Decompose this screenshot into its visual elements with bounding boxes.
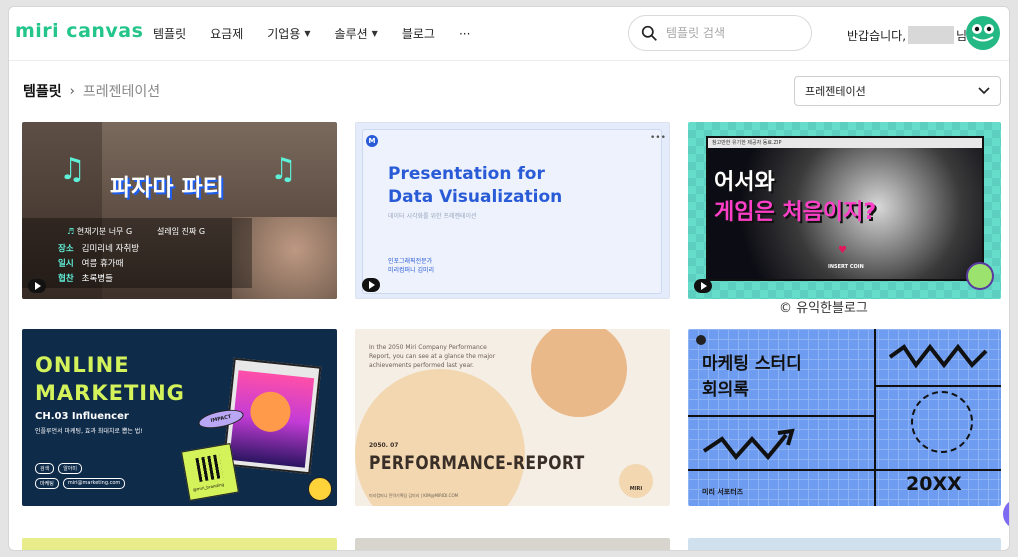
template-card-peek[interactable] xyxy=(355,538,670,550)
card-title-line1: 어서와 xyxy=(714,170,775,195)
template-card-peek[interactable] xyxy=(688,538,1001,550)
more-dots-icon: ··· xyxy=(458,26,471,41)
breadcrumb-current: 프레젠테이션 xyxy=(82,84,161,100)
category-select-value: 프레젠테이션 xyxy=(805,85,866,98)
play-icon[interactable] xyxy=(28,279,46,293)
breadcrumb: 템플릿 › 프레젠테이션 xyxy=(23,81,160,101)
user-name-redacted xyxy=(908,26,955,44)
alien-icon xyxy=(966,262,994,290)
qr-sticker: @miri_branding xyxy=(181,443,239,501)
template-search[interactable] xyxy=(628,15,812,51)
tag: 검색 xyxy=(35,463,55,474)
nav-templates-label: 템플릿 xyxy=(153,27,187,41)
miri-badge: MIRI xyxy=(619,464,653,498)
card-title: Presentation for Data Visualization xyxy=(388,164,563,207)
insert-coin-text: INSERT COIN xyxy=(828,264,864,270)
more-dots-icon: ••• xyxy=(650,133,666,143)
chevron-down-icon: ▼ xyxy=(371,29,378,38)
card-team: 미리 서포터즈 xyxy=(702,488,744,496)
card-info: 장소 김미리네 자취방 일시 여름 휴가때 협찬 초록병들 xyxy=(58,244,140,284)
search-icon xyxy=(641,25,657,41)
top-header: miri canvas 템플릿 요금제 기업용▼ 솔루션▼ 블로그 ··· 반갑… xyxy=(9,7,1009,61)
card-text: 설레임 진짜 G xyxy=(157,227,206,236)
template-card-online-marketing[interactable]: ONLINE MARKETING CH.03 Influencer 인플루언서 마… xyxy=(22,329,337,506)
window-title: 참고만한 유기한 제공자 동료.ZIP xyxy=(708,138,982,148)
template-card-performance-report[interactable]: In the 2050 Miri Company Performance Rep… xyxy=(355,329,670,506)
chevron-down-icon xyxy=(978,87,990,95)
play-icon[interactable] xyxy=(694,279,712,293)
rotating-circle xyxy=(911,391,973,453)
smiley-icon xyxy=(308,477,332,501)
tag: 알아미 xyxy=(58,463,83,474)
sticker-handle: @miri_branding xyxy=(192,481,225,493)
greeting: 반갑습니다, 님! xyxy=(847,26,972,44)
nav-pricing[interactable]: 요금제 xyxy=(210,25,243,42)
template-card-peek[interactable] xyxy=(22,538,337,550)
card-title: PERFORMANCE-REPORT xyxy=(369,452,585,474)
music-note-icon: ♫ xyxy=(270,152,297,187)
nav-enterprise[interactable]: 기업용 ▼ xyxy=(267,25,310,42)
card-title: 파자마 파티 xyxy=(110,175,224,201)
watermark: © 유익한블로그 xyxy=(779,301,868,316)
greeting-prefix: 반갑습니다, xyxy=(847,28,907,43)
search-input[interactable] xyxy=(666,26,796,40)
avatar[interactable] xyxy=(966,16,1000,50)
nav-solutions-label: 솔루션 xyxy=(334,27,368,41)
card-year: 2050. 07 xyxy=(369,442,399,449)
nav-blog[interactable]: 블로그 xyxy=(402,25,435,42)
frog-avatar-icon xyxy=(972,24,994,42)
m-logo-icon: M xyxy=(366,135,378,147)
card-author: 인포그래픽전문가 미리컴퍼니 김미리 xyxy=(388,258,435,274)
card-intro: In the 2050 Miri Company Performance Rep… xyxy=(369,344,496,369)
card-text: ♬ 현재기분 너무 G xyxy=(67,227,133,236)
card-desc: 인플루언서 마케팅, 효과 최대치로 뽑는 법! xyxy=(35,428,143,435)
tag-row: 마케팅 miri@marketing.com xyxy=(35,478,126,489)
music-note-icon: ♫ xyxy=(59,152,86,187)
template-card-game[interactable]: 참고만한 유기한 제공자 동료.ZIP 어서와 게임은 처음이지? INSERT… xyxy=(688,122,1001,299)
tag-row: 검색 알아미 xyxy=(35,463,83,474)
template-card-pajama-party[interactable]: ♫ ♫ 파자마 파티 ♬ 현재기분 너무 G 설레임 진짜 G 장소 김미리네 자… xyxy=(22,122,337,299)
card-chapter: CH.03 Influencer xyxy=(35,411,129,422)
chevron-right-icon: › xyxy=(69,83,75,99)
card-subtitle: 데이터 시각화를 위한 프레젠테이션 xyxy=(388,213,477,220)
nav-enterprise-label: 기업용 xyxy=(267,27,301,41)
nav-blog-label: 블로그 xyxy=(401,27,435,41)
play-icon[interactable] xyxy=(362,278,380,292)
zigzag-line-icon xyxy=(888,343,988,369)
heart-icon: ♥ xyxy=(838,245,847,256)
crown-icon xyxy=(696,335,706,345)
chevron-down-icon: ▼ xyxy=(304,29,311,38)
main-nav: 템플릿 요금제 기업용 ▼ 솔루션 ▼ 블로그 ··· xyxy=(153,25,494,42)
chat-button[interactable] xyxy=(1003,499,1009,529)
zigzag-arrow-icon xyxy=(702,428,795,461)
card-title-line2: 게임은 처음이지? xyxy=(714,200,877,225)
card-title: ONLINE MARKETING xyxy=(35,353,185,405)
template-card-marketing-study[interactable]: 마케팅 스터디 회의록 미리 서포터즈 20XX xyxy=(688,329,1001,506)
nav-templates[interactable]: 템플릿 xyxy=(153,25,186,42)
miri-canvas-logo[interactable]: miri canvas xyxy=(15,20,143,42)
browser-page: miri canvas 템플릿 요금제 기업용▼ 솔루션▼ 블로그 ··· 반갑… xyxy=(8,6,1010,551)
nav-pricing-label: 요금제 xyxy=(210,27,244,41)
card-title: 마케팅 스터디 회의록 xyxy=(702,354,802,400)
card-year: 20XX xyxy=(906,473,962,495)
nav-more[interactable]: ··· xyxy=(459,25,470,42)
tag: 마케팅 xyxy=(35,478,59,489)
nav-solutions[interactable]: 솔루션 ▼ xyxy=(335,25,378,42)
template-card-data-visualization[interactable]: M ••• Presentation for Data Visualization… xyxy=(355,122,670,299)
card-footer: 미리컴퍼니 전략기획팀 김미리 | KIM@MIRIDI.COM xyxy=(369,493,459,498)
category-select[interactable]: 프레젠테이션 xyxy=(794,76,1001,106)
tag: miri@marketing.com xyxy=(62,478,126,489)
breadcrumb-root[interactable]: 템플릿 xyxy=(23,81,62,101)
